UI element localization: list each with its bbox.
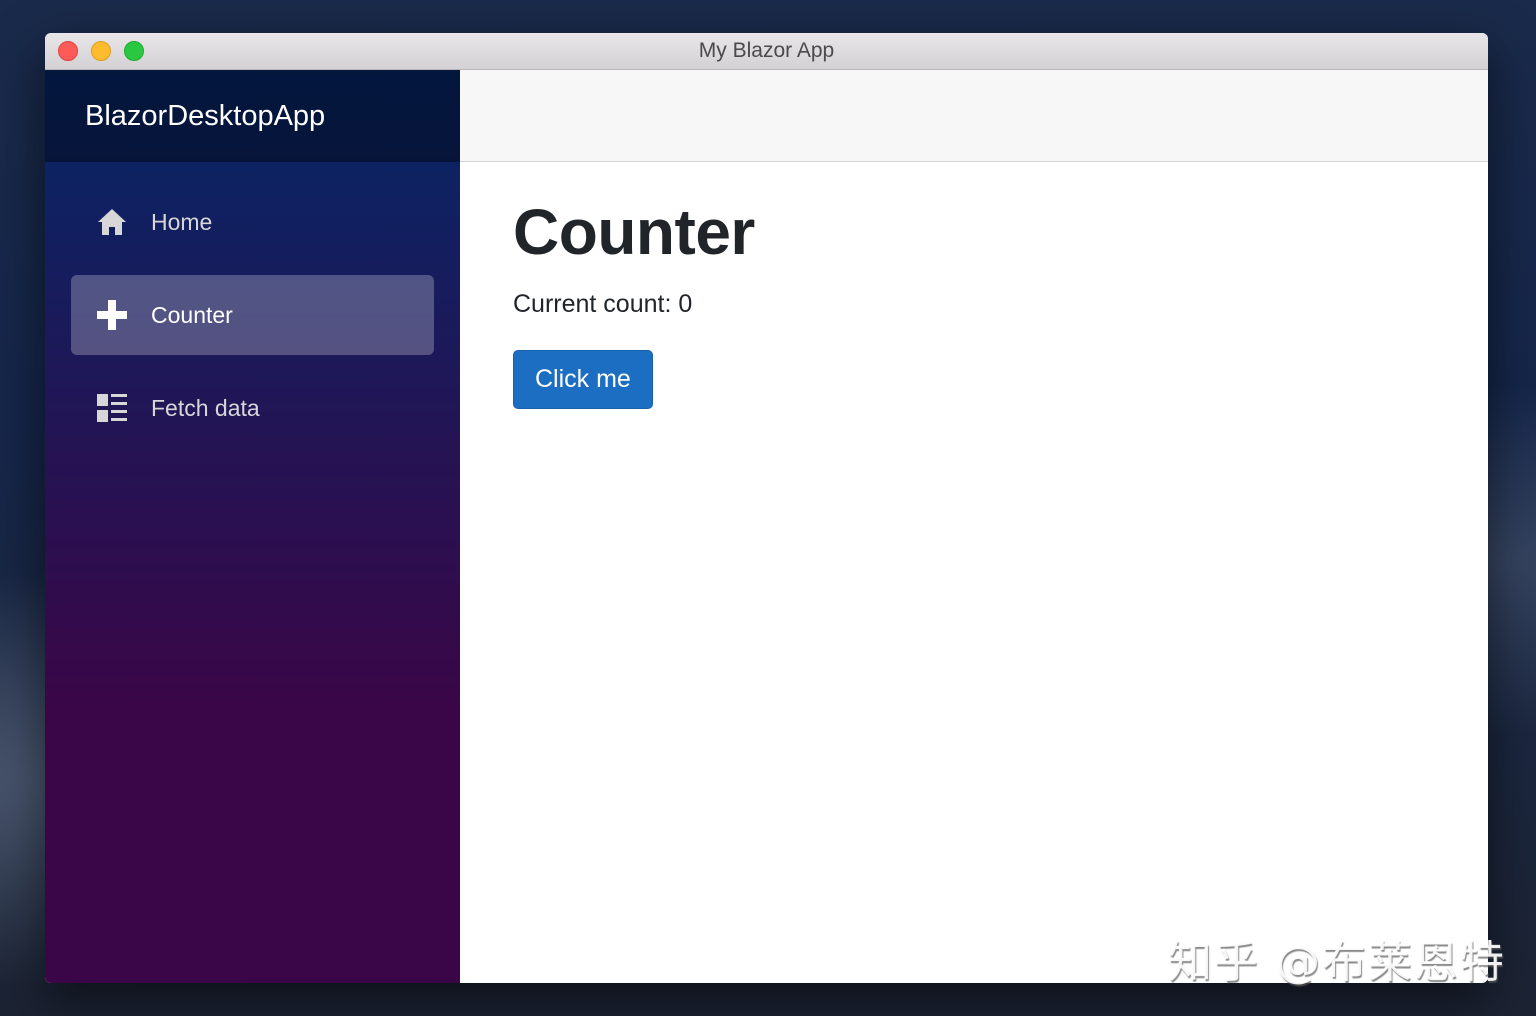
maximize-window-button[interactable] bbox=[124, 41, 144, 61]
sidebar-item-fetch-data[interactable]: Fetch data bbox=[71, 368, 434, 448]
sidebar-item-home[interactable]: Home bbox=[71, 182, 434, 262]
app-body: BlazorDesktopApp Home Counter Fetch data… bbox=[45, 70, 1488, 983]
home-icon bbox=[96, 206, 128, 238]
page-content: Counter Current count: 0 Click me bbox=[460, 162, 1488, 409]
window-title: My Blazor App bbox=[698, 39, 835, 62]
sidebar-item-counter[interactable]: Counter bbox=[71, 275, 434, 355]
close-window-button[interactable] bbox=[58, 41, 78, 61]
list-rich-icon bbox=[96, 392, 128, 424]
brand-bar: BlazorDesktopApp bbox=[45, 70, 460, 162]
page-title: Counter bbox=[513, 196, 755, 268]
current-count-text: Current count: 0 bbox=[513, 290, 693, 318]
sidebar-item-label: Fetch data bbox=[151, 394, 260, 421]
title-bar[interactable]: My Blazor App bbox=[45, 33, 1488, 70]
nav-menu: Home Counter Fetch data bbox=[45, 162, 460, 461]
app-window: My Blazor App BlazorDesktopApp Home Coun… bbox=[45, 33, 1488, 983]
sidebar-item-label: Counter bbox=[151, 301, 233, 328]
plus-icon bbox=[96, 299, 128, 331]
watermark-text: 知乎 @布莱恩特 bbox=[1168, 937, 1506, 988]
sidebar: BlazorDesktopApp Home Counter Fetch data bbox=[45, 70, 460, 983]
window-controls bbox=[58, 41, 144, 61]
top-row bbox=[460, 70, 1488, 162]
minimize-window-button[interactable] bbox=[91, 41, 111, 61]
brand-link[interactable]: BlazorDesktopApp bbox=[85, 100, 325, 133]
sidebar-item-label: Home bbox=[151, 208, 213, 235]
click-me-button[interactable]: Click me bbox=[513, 350, 653, 409]
main-panel: Counter Current count: 0 Click me bbox=[460, 70, 1488, 983]
